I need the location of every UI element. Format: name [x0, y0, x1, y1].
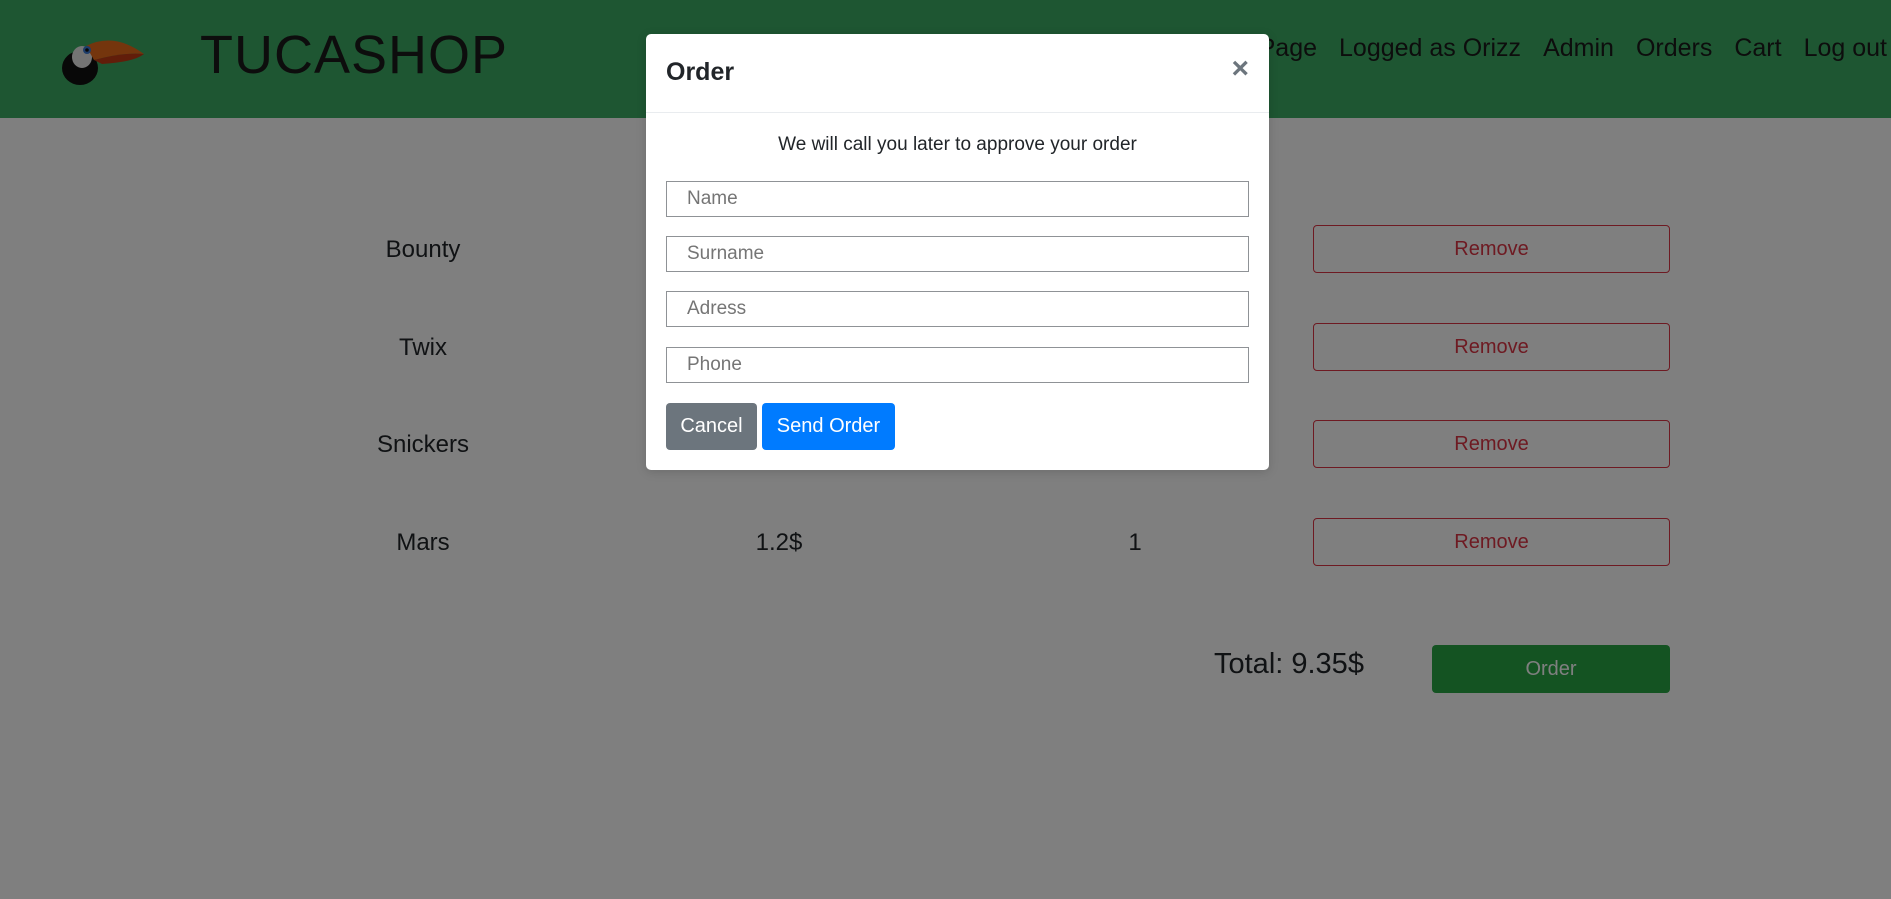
modal-title: Order	[666, 58, 735, 86]
modal-message: We will call you later to approve your o…	[778, 134, 1137, 155]
surname-field[interactable]	[666, 236, 1249, 272]
send-order-button[interactable]: Send Order	[762, 403, 895, 450]
cancel-button[interactable]: Cancel	[666, 403, 757, 450]
name-field[interactable]	[666, 181, 1249, 217]
phone-field[interactable]	[666, 347, 1249, 383]
modal-header: Order ×	[646, 34, 1269, 113]
address-field[interactable]	[666, 291, 1249, 327]
order-modal: Order × We will call you later to approv…	[646, 34, 1269, 470]
close-icon[interactable]: ×	[1231, 54, 1249, 84]
